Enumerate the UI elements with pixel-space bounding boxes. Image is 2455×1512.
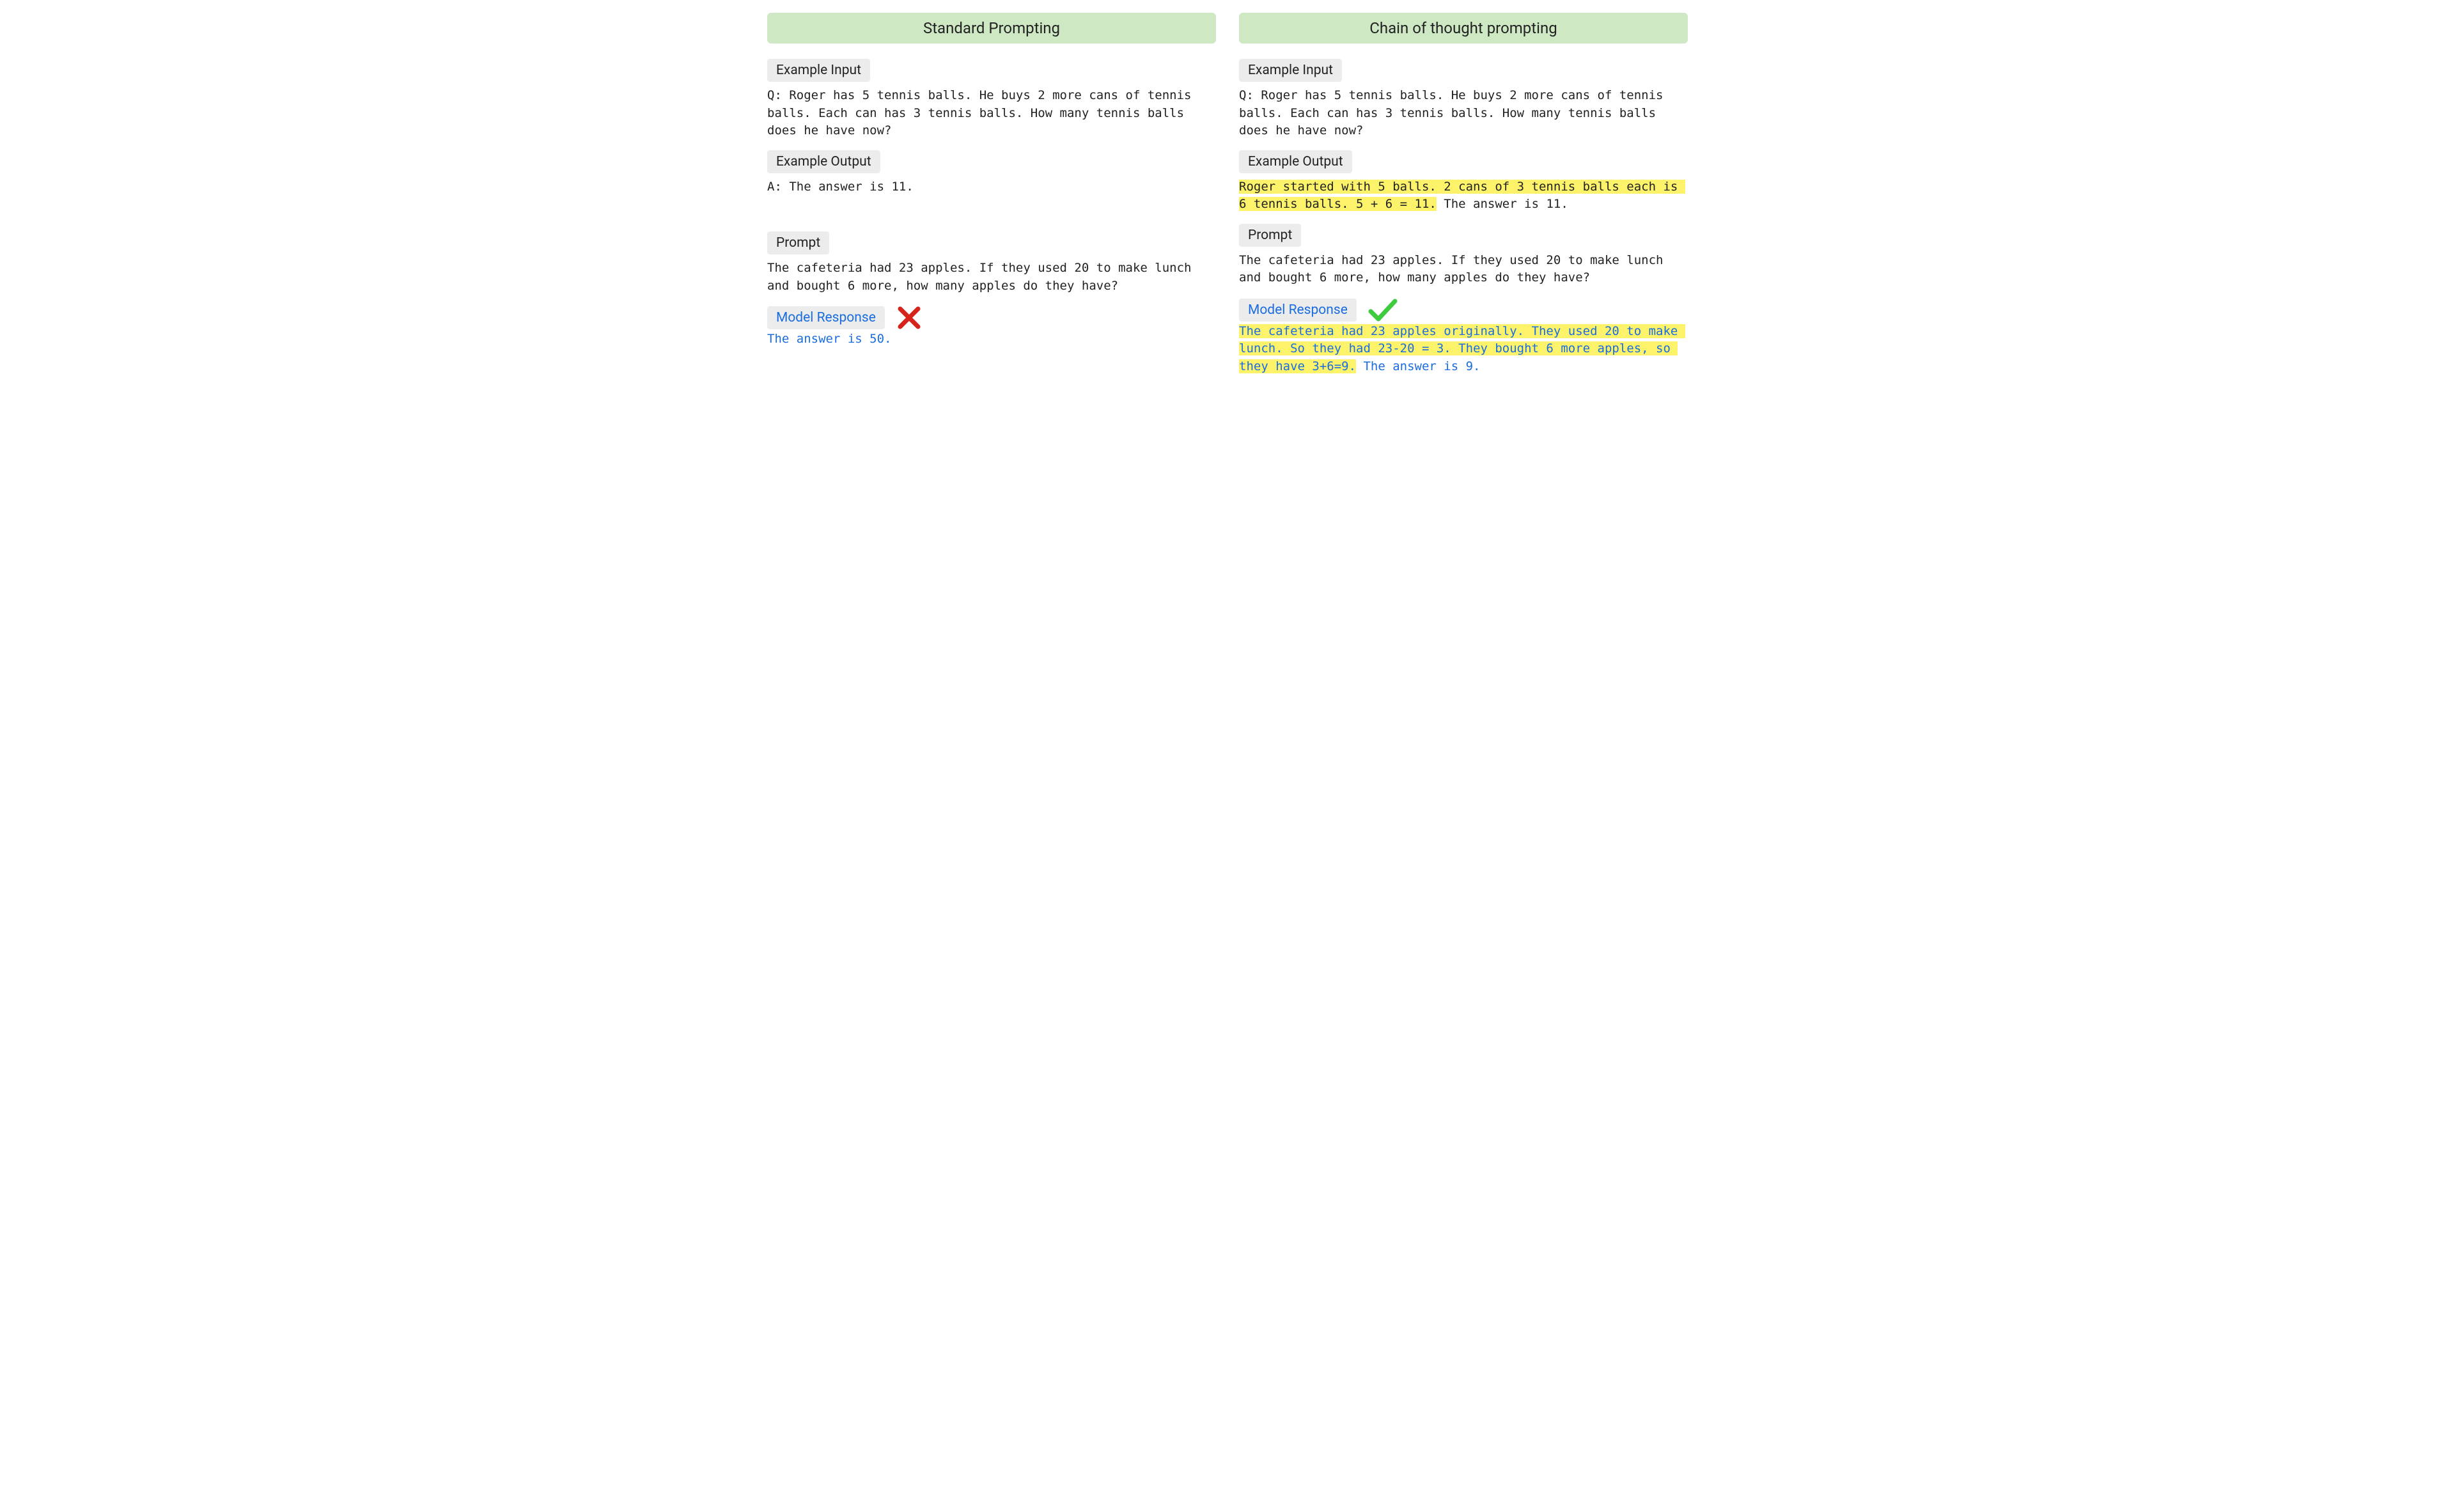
- example-input-text: Q: Roger has 5 tennis balls. He buys 2 m…: [1239, 87, 1688, 140]
- standard-prompting-column: Standard Prompting Example Input Q: Roge…: [767, 13, 1216, 379]
- chain-of-thought-column: Chain of thought prompting Example Input…: [1239, 13, 1688, 379]
- model-response-tail: The answer is 9.: [1356, 359, 1480, 373]
- example-output-tail: The answer is 11.: [1437, 197, 1568, 211]
- example-output-text: Roger started with 5 balls. 2 cans of 3 …: [1239, 178, 1688, 214]
- prompt-text: The cafeteria had 23 apples. If they use…: [767, 260, 1216, 295]
- column-title-standard: Standard Prompting: [767, 13, 1216, 43]
- prompt-text: The cafeteria had 23 apples. If they use…: [1239, 252, 1688, 287]
- model-response-row: Model Response: [767, 305, 1216, 331]
- model-response-text: The answer is 50.: [767, 331, 1216, 348]
- column-title-cot: Chain of thought prompting: [1239, 13, 1688, 43]
- prompt-label: Prompt: [767, 231, 829, 254]
- example-input-label: Example Input: [767, 59, 870, 82]
- example-input-text: Q: Roger has 5 tennis balls. He buys 2 m…: [767, 87, 1216, 140]
- model-response-row: Model Response: [1239, 297, 1688, 323]
- example-output-label: Example Output: [767, 150, 880, 173]
- model-response-text: The cafeteria had 23 apples originally. …: [1239, 323, 1688, 376]
- comparison-wrapper: Standard Prompting Example Input Q: Roge…: [767, 13, 1688, 379]
- model-response-label: Model Response: [767, 306, 885, 329]
- example-input-label: Example Input: [1239, 59, 1342, 82]
- example-output-text: A: The answer is 11.: [767, 178, 1216, 196]
- cross-icon: [896, 305, 922, 331]
- example-output-label: Example Output: [1239, 150, 1352, 173]
- prompt-label: Prompt: [1239, 224, 1301, 247]
- model-response-label: Model Response: [1239, 299, 1357, 322]
- check-icon: [1368, 297, 1398, 323]
